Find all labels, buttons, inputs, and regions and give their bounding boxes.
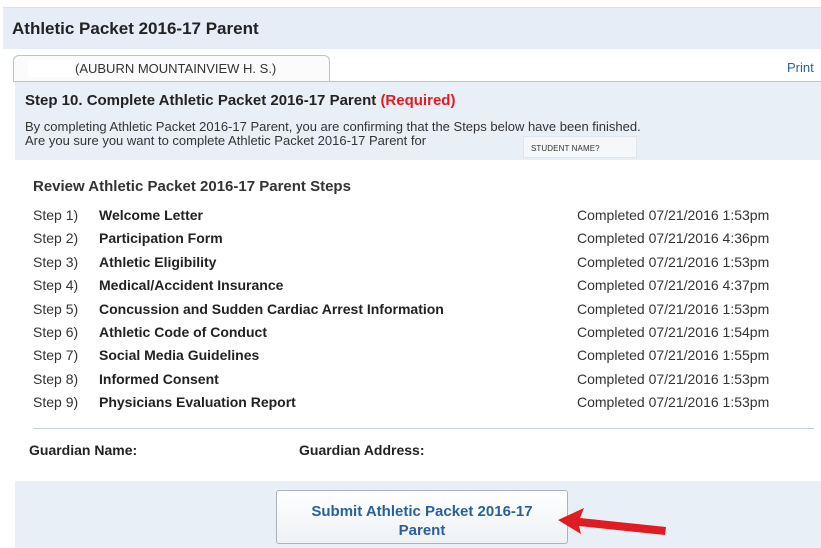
step-number: Step 1): [33, 207, 79, 223]
tab-school[interactable]: (AUBURN MOUNTAINVIEW H. S.): [13, 55, 330, 81]
step-status: Completed 07/21/2016 4:36pm: [577, 230, 770, 247]
student-name-placeholder: STUDENT NAME?: [523, 136, 637, 158]
step-name: Social Media Guidelines: [99, 347, 260, 364]
steps-list: Step 1) Welcome Letter Completed 07/21/2…: [33, 204, 793, 415]
step-status: Completed 07/21/2016 4:37pm: [577, 277, 770, 294]
step-title-text: Step 10. Complete Athletic Packet 2016-1…: [25, 92, 377, 109]
step-name: Informed Consent: [99, 370, 219, 387]
submit-button[interactable]: Submit Athletic Packet 2016-17 Parent: [276, 490, 568, 544]
red-arrow-icon: [558, 508, 666, 535]
step-name: Participation Form: [99, 230, 223, 247]
description-line-1: By completing Athletic Packet 2016-17 Pa…: [25, 119, 641, 134]
guardian-address-label: Guardian Address:: [299, 442, 425, 458]
page: Athletic Packet 2016-17 Parent (AUBURN M…: [0, 0, 821, 548]
list-item: Step 7) Social Media Guidelines Complete…: [33, 344, 793, 367]
step-number: Step 7): [33, 347, 79, 364]
step-name: Athletic Eligibility: [99, 253, 217, 270]
list-item: Step 8) Informed Consent Completed 07/21…: [33, 368, 793, 391]
step-status: Completed 07/21/2016 1:54pm: [577, 323, 770, 340]
redacted-student-name: [28, 60, 74, 77]
step-name: Physicians Evaluation Report: [99, 394, 296, 411]
list-item: Step 4) Medical/Accident Insurance Compl…: [33, 274, 793, 297]
list-item: Step 9) Physicians Evaluation Report Com…: [33, 391, 793, 414]
list-item: Step 5) Concussion and Sudden Cardiac Ar…: [33, 298, 793, 321]
step-name: Medical/Accident Insurance: [99, 277, 284, 294]
list-item: Step 3) Athletic Eligibility Completed 0…: [33, 251, 793, 274]
step-number: Step 5): [33, 300, 79, 317]
step-status: Completed 07/21/2016 1:53pm: [577, 370, 770, 387]
step-number: Step 9): [33, 394, 79, 411]
step-status: Completed 07/21/2016 1:53pm: [577, 253, 770, 270]
step-header: Step 10. Complete Athletic Packet 2016-1…: [15, 82, 821, 160]
step-status: Completed 07/21/2016 1:55pm: [577, 347, 770, 364]
step-status: Completed 07/21/2016 1:53pm: [577, 394, 770, 411]
step-status: Completed 07/21/2016 1:53pm: [577, 207, 770, 223]
step-number: Step 8): [33, 370, 79, 387]
list-item: Step 6) Athletic Code of Conduct Complet…: [33, 321, 793, 344]
arrow-head: [558, 508, 666, 535]
required-label: (Required): [380, 92, 456, 109]
list-item: Step 2) Participation Form Completed 07/…: [33, 227, 793, 250]
list-item: Step 1) Welcome Letter Completed 07/21/2…: [33, 204, 793, 227]
print-link[interactable]: Print: [787, 60, 814, 75]
step-status: Completed 07/21/2016 1:53pm: [577, 300, 770, 317]
step-description: By completing Athletic Packet 2016-17 Pa…: [25, 120, 815, 148]
review-title: Review Athletic Packet 2016-17 Parent St…: [33, 178, 351, 195]
step-name: Concussion and Sudden Cardiac Arrest Inf…: [99, 300, 444, 317]
page-title: Athletic Packet 2016-17 Parent: [12, 19, 259, 38]
step-number: Step 2): [33, 230, 79, 247]
step-number: Step 6): [33, 323, 79, 340]
step-number: Step 3): [33, 253, 79, 270]
title-bar: Athletic Packet 2016-17 Parent: [3, 7, 821, 49]
step-name: Welcome Letter: [99, 207, 203, 223]
tab-label: (AUBURN MOUNTAINVIEW H. S.): [75, 61, 277, 76]
step-number: Step 4): [33, 277, 79, 294]
description-line-2: Are you sure you want to complete Athlet…: [25, 133, 427, 148]
section-divider: [33, 428, 814, 429]
step-title: Step 10. Complete Athletic Packet 2016-1…: [25, 92, 455, 109]
step-name: Athletic Code of Conduct: [99, 323, 267, 340]
guardian-name-label: Guardian Name:: [29, 442, 138, 458]
